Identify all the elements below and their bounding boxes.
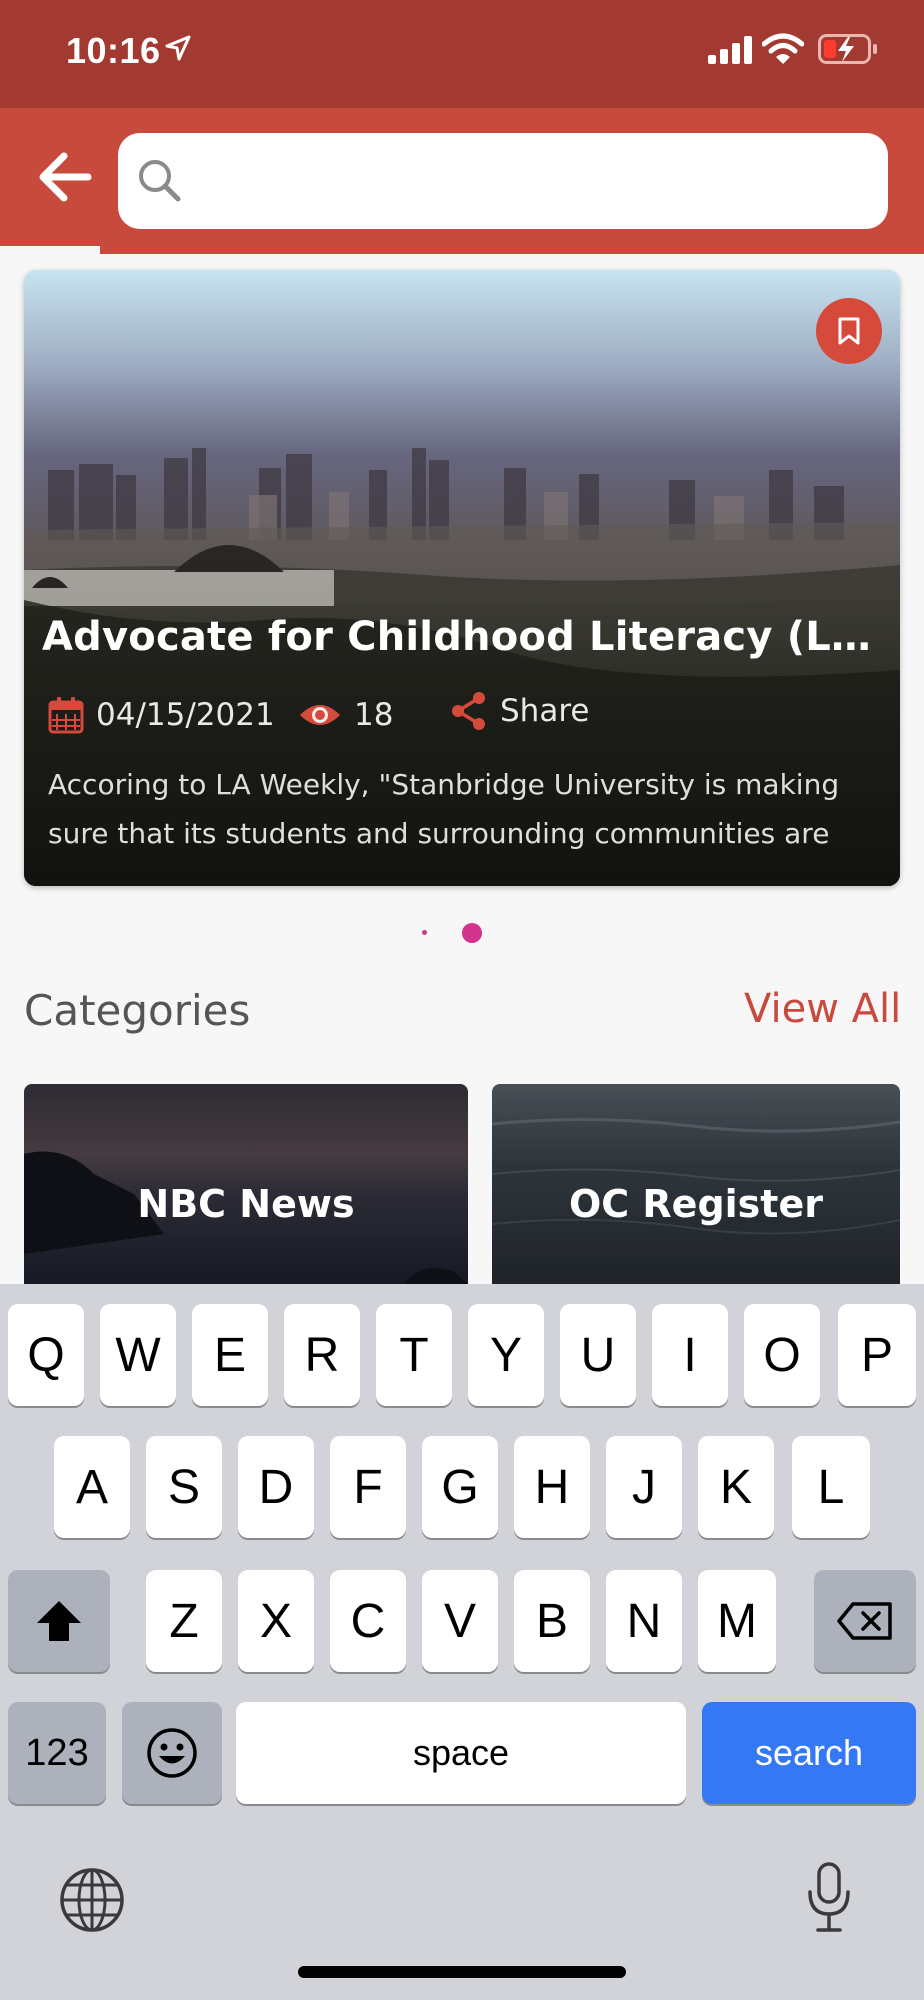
- key-z[interactable]: Z: [146, 1570, 222, 1672]
- category-label: NBC News: [137, 1182, 355, 1226]
- featured-views: 18: [354, 697, 394, 733]
- shift-icon: [37, 1601, 81, 1641]
- share-icon: [452, 692, 485, 730]
- microphone-icon[interactable]: [806, 1862, 852, 1934]
- share-label: Share: [500, 693, 590, 729]
- key-r[interactable]: R: [284, 1304, 360, 1406]
- status-bar: 10:16: [0, 0, 924, 108]
- key-a[interactable]: A: [54, 1436, 130, 1538]
- key-f[interactable]: F: [330, 1436, 406, 1538]
- carousel-dot-active[interactable]: [462, 923, 482, 943]
- featured-description: Accoring to LA Weekly, "Stanbridge Unive…: [48, 760, 878, 858]
- featured-date: 04/15/2021: [96, 697, 275, 733]
- key-x[interactable]: X: [238, 1570, 314, 1672]
- category-label: OC Register: [569, 1182, 823, 1226]
- key-s[interactable]: S: [146, 1436, 222, 1538]
- carousel-dot[interactable]: [422, 930, 427, 935]
- status-time: 10:16: [66, 30, 161, 71]
- key-p[interactable]: P: [838, 1304, 916, 1406]
- home-indicator: [298, 1966, 626, 1978]
- bookmark-button[interactable]: [816, 298, 882, 364]
- eye-icon: [300, 705, 340, 725]
- key-m[interactable]: M: [698, 1570, 776, 1672]
- category-tile[interactable]: OC Register: [492, 1084, 900, 1284]
- search-icon: [139, 160, 181, 202]
- description-line: Accoring to LA Weekly, "Stanbridge Unive…: [48, 768, 840, 801]
- key-t[interactable]: T: [376, 1304, 452, 1406]
- share-button[interactable]: Share: [450, 686, 589, 736]
- featured-title[interactable]: Advocate for Childhood Literacy (LA We…: [42, 614, 872, 660]
- key-g[interactable]: G: [422, 1436, 498, 1538]
- key-l[interactable]: L: [792, 1436, 870, 1538]
- description-line: sure that its students and surrounding c…: [48, 817, 830, 850]
- shift-key[interactable]: [8, 1570, 110, 1672]
- calendar-icon: [48, 697, 84, 734]
- key-n[interactable]: N: [606, 1570, 682, 1672]
- key-w[interactable]: W: [100, 1304, 176, 1406]
- key-b[interactable]: B: [514, 1570, 590, 1672]
- key-v[interactable]: V: [422, 1570, 498, 1672]
- key-o[interactable]: O: [744, 1304, 820, 1406]
- categories-heading: Categories: [24, 986, 251, 1035]
- backspace-icon: [837, 1602, 892, 1640]
- view-all-link[interactable]: View All: [744, 986, 901, 1032]
- emoji-key[interactable]: [122, 1702, 222, 1804]
- search-key[interactable]: search: [702, 1702, 916, 1804]
- backspace-key[interactable]: [814, 1570, 916, 1672]
- space-key[interactable]: space: [236, 1702, 686, 1804]
- search-input[interactable]: [196, 140, 876, 222]
- key-c[interactable]: C: [330, 1570, 406, 1672]
- header-bar-extension: [100, 236, 924, 254]
- key-u[interactable]: U: [560, 1304, 636, 1406]
- key-h[interactable]: H: [514, 1436, 590, 1538]
- category-tile[interactable]: NBC News: [24, 1084, 468, 1284]
- bookmark-icon: [838, 317, 860, 345]
- key-q[interactable]: Q: [8, 1304, 84, 1406]
- signal-icon: [708, 36, 752, 64]
- key-i[interactable]: I: [652, 1304, 728, 1406]
- keyboard: Q W E R T Y U I O P A S D F G H J K L Z …: [0, 1284, 924, 2000]
- emoji-icon: [147, 1728, 197, 1778]
- wifi-icon: [762, 33, 804, 64]
- key-d[interactable]: D: [238, 1436, 314, 1538]
- location-arrow-icon: [165, 35, 191, 61]
- key-j[interactable]: J: [606, 1436, 682, 1538]
- numbers-key[interactable]: 123: [8, 1702, 106, 1804]
- globe-icon[interactable]: [58, 1866, 126, 1934]
- battery-charging-icon: [818, 34, 877, 64]
- views-meta: 18: [298, 690, 393, 740]
- key-k[interactable]: K: [698, 1436, 774, 1538]
- date-meta: 04/15/2021: [48, 690, 275, 740]
- key-y[interactable]: Y: [468, 1304, 544, 1406]
- key-e[interactable]: E: [192, 1304, 268, 1406]
- back-arrow-icon[interactable]: [36, 150, 94, 204]
